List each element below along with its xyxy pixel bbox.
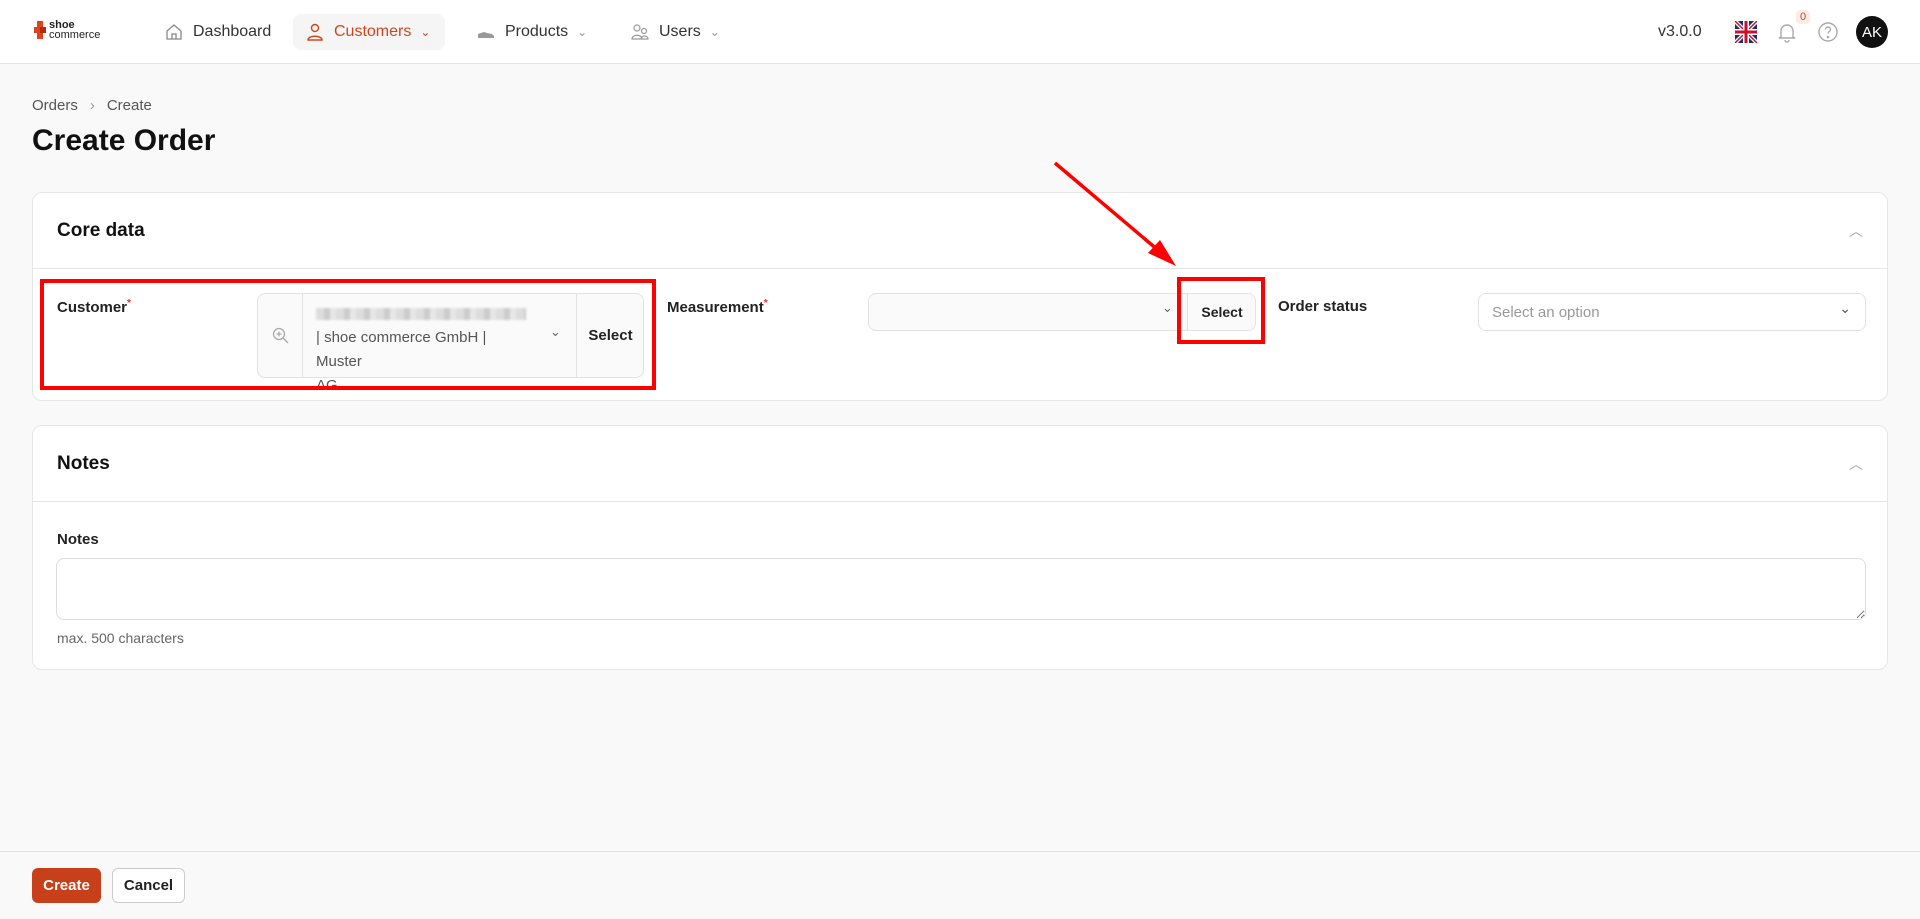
annotation-arrow-icon	[1053, 161, 1176, 266]
